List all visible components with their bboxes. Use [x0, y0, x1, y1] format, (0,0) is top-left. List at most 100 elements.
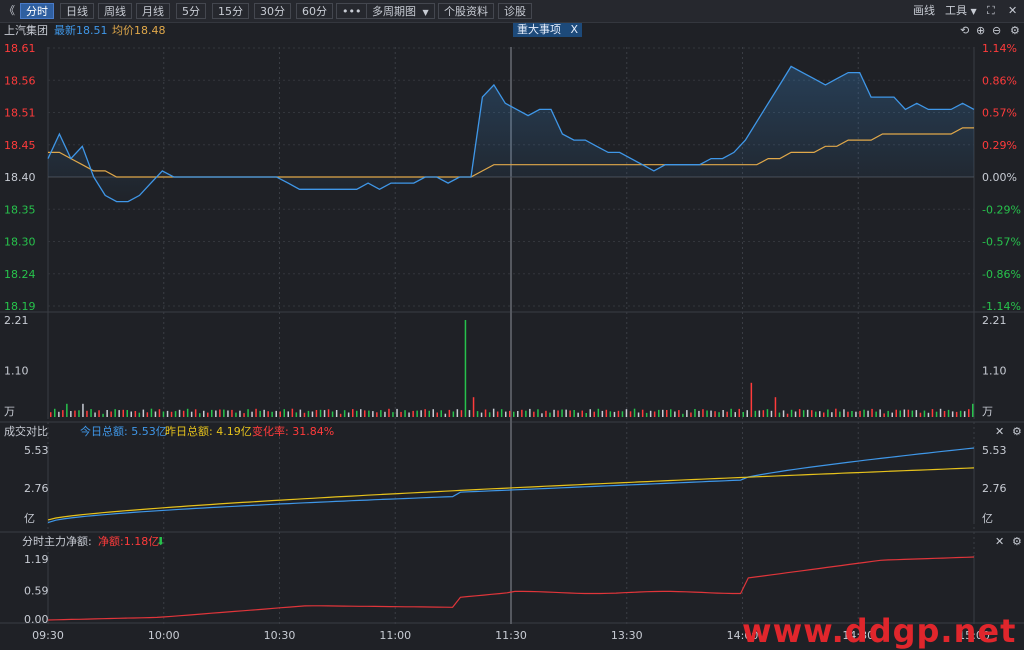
volume-bar: [380, 410, 382, 417]
volume-bar: [758, 410, 761, 417]
percent-tick-label: -0.86%: [982, 268, 1021, 281]
volume-bar: [666, 410, 668, 417]
volume-bar: [513, 411, 515, 417]
volume-bar: [138, 412, 141, 417]
volume-bar: [738, 408, 740, 417]
amount-tick-label: 亿: [982, 512, 993, 525]
volume-bar: [211, 409, 213, 417]
volume-bar: [963, 411, 966, 417]
volume-bar: [166, 410, 169, 417]
volume-bar: [847, 411, 849, 417]
volume-bar: [227, 410, 229, 417]
volume-bar: [875, 411, 877, 417]
volume-bar: [549, 412, 551, 417]
volume-bar: [243, 413, 245, 417]
volume-bar: [114, 409, 116, 417]
volume-bar: [408, 412, 410, 417]
volume-bar: [726, 411, 728, 417]
volume-bar: [859, 410, 861, 417]
volume-bar: [585, 413, 587, 417]
gear-icon[interactable]: ⚙: [1012, 426, 1022, 438]
volume-bar: [561, 409, 563, 417]
volume-bar: [182, 410, 185, 417]
volume-bar: [871, 408, 873, 417]
today-amount: 今日总额: 5.53亿: [80, 425, 167, 438]
volume-bar: [839, 411, 841, 417]
percent-tick-label: -1.14%: [982, 300, 1021, 313]
close-icon[interactable]: ✕: [995, 536, 1004, 548]
volume-tick-label: 2.21: [982, 314, 1007, 327]
price-tick-label: 18.61: [4, 42, 36, 55]
volume-bar: [573, 410, 575, 417]
time-tick-label: 13:30: [611, 629, 643, 642]
yesterday-amount: 昨日总额: 4.19亿: [165, 425, 252, 438]
volume-bar: [203, 410, 205, 417]
volume-bar: [690, 412, 692, 417]
volume-bar: [94, 412, 96, 417]
volume-bar: [883, 413, 885, 417]
price-tick-label: 18.35: [4, 203, 36, 216]
volume-bar: [915, 410, 918, 417]
volume-bar: [488, 412, 491, 417]
volume-bar: [472, 397, 475, 417]
volume-bar: [919, 412, 922, 417]
volume-bar: [66, 403, 68, 417]
volume-bar: [959, 410, 962, 417]
volume-bar: [682, 413, 684, 417]
volume-bar: [476, 411, 479, 417]
volume-bar: [207, 412, 209, 417]
volume-bar: [74, 410, 76, 417]
intraday-chart: 18.61 1.14% 18.56 0.86% 18.51 0.57% 18.45 0.29%…: [0, 42, 1024, 642]
volume-bar: [170, 411, 173, 417]
volume-bar: [424, 409, 426, 417]
volume-bar: [637, 412, 640, 417]
volume-bar: [686, 410, 688, 417]
volume-tick-label: 2.21: [4, 314, 29, 327]
volume-bar: [186, 408, 189, 417]
volume-bar: [239, 410, 241, 417]
gear-icon[interactable]: ⚙: [1012, 536, 1022, 548]
volume-bar: [863, 409, 865, 417]
volume-bar: [678, 410, 680, 417]
volume-bar: [718, 412, 720, 417]
volume-bar: [565, 409, 567, 417]
volume-bar: [299, 409, 302, 417]
volume-bar: [670, 409, 672, 417]
volume-bar: [118, 410, 120, 417]
volume-bar: [811, 410, 813, 417]
volume-bar: [102, 413, 104, 417]
volume-bar: [802, 410, 805, 417]
volume-bar: [794, 411, 797, 417]
volume-bar: [400, 411, 402, 417]
volume-bar: [774, 397, 777, 417]
volume-bar: [943, 411, 946, 417]
volume-bar: [577, 412, 579, 417]
netflow-tick-label: 1.19: [24, 553, 49, 566]
price-tick-label: 18.19: [4, 300, 36, 313]
volume-bar: [899, 410, 901, 417]
volume-bar: [553, 409, 555, 417]
netflow-tick-label: 0.59: [24, 585, 49, 598]
volume-bar: [935, 411, 938, 417]
close-icon[interactable]: ✕: [995, 426, 1004, 438]
volume-bar: [199, 413, 201, 417]
volume-bar: [146, 412, 149, 417]
volume-bar: [339, 413, 342, 417]
volume-bar: [480, 412, 483, 417]
percent-tick-label: -0.57%: [982, 236, 1021, 249]
volume-bar: [404, 410, 406, 417]
volume-bar: [291, 408, 294, 417]
volume-bar: [633, 408, 636, 417]
volume-bar: [496, 411, 499, 417]
volume-bar: [267, 411, 269, 417]
volume-bar: [762, 410, 765, 417]
volume-bar: [90, 409, 92, 417]
volume-bar: [484, 409, 487, 417]
volume-bar: [235, 412, 237, 417]
volume-bar: [662, 409, 664, 417]
percent-tick-label: -0.29%: [982, 203, 1021, 216]
volume-bar: [754, 410, 757, 417]
amount-panel-title: 成交对比: [4, 425, 48, 438]
volume-bar: [714, 411, 716, 417]
volume-bar: [694, 409, 696, 417]
